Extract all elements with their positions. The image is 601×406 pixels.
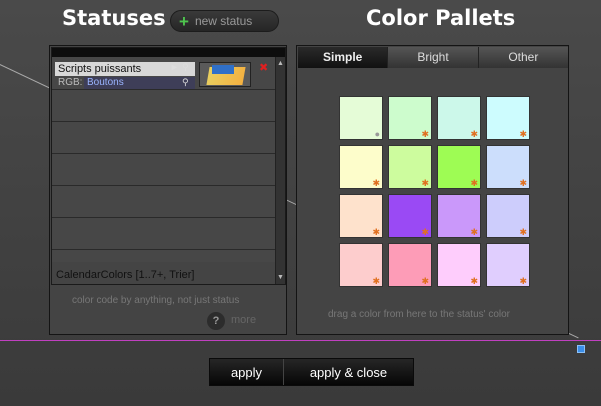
status-row-empty[interactable] — [52, 186, 285, 218]
color-swatch[interactable]: ✱ — [437, 243, 481, 287]
new-status-button[interactable]: + new status — [170, 10, 279, 32]
gear-icon: ✱ — [421, 227, 429, 237]
status-row[interactable]: Scripts puissants ► ⚲ RGB: Boutons ⚲ ✖ — [52, 57, 285, 90]
color-swatch[interactable]: ✱ — [486, 194, 530, 238]
color-swatch[interactable]: ✱ — [437, 96, 481, 140]
color-swatch[interactable]: ● — [339, 96, 383, 140]
color-swatch[interactable]: ✱ — [388, 145, 432, 189]
status-row-empty[interactable] — [52, 154, 285, 186]
gear-icon: ✱ — [519, 227, 527, 237]
search-icon[interactable]: ⚲ — [182, 62, 189, 73]
tab-simple[interactable]: Simple — [298, 47, 389, 68]
gear-icon: ✱ — [519, 178, 527, 188]
action-bar: apply apply & close — [209, 358, 414, 386]
apply-button[interactable]: apply — [210, 359, 284, 385]
gear-icon: ✱ — [470, 276, 478, 286]
new-status-label: new status — [194, 14, 253, 28]
color-swatch-grid: ● ✱ ✱ ✱ ✱ ✱ ✱ ✱ ✱ ✱ ✱ ✱ ✱ ✱ ✱ ✱ — [339, 96, 530, 287]
color-swatch[interactable]: ✱ — [437, 145, 481, 189]
guide-line — [0, 340, 601, 341]
pallets-panel: Simple Bright Other ● ✱ ✱ ✱ ✱ ✱ ✱ ✱ ✱ ✱ ✱ ✱ ✱ ✱ ✱ ✱ dra… — [296, 45, 569, 335]
gear-icon: ✱ — [470, 178, 478, 188]
color-swatch[interactable]: ✱ — [437, 194, 481, 238]
status-row-empty[interactable] — [52, 122, 285, 154]
gear-icon: ✱ — [372, 178, 380, 188]
plus-icon: + — [179, 11, 189, 31]
pallet-hint: drag a color from here to the status' co… — [328, 309, 510, 320]
status-row-empty[interactable] — [52, 218, 285, 250]
statuses-heading: Statuses — [62, 6, 166, 30]
status-row-empty[interactable] — [52, 90, 285, 122]
status-hint: color code by anything, not just status — [72, 295, 240, 306]
pallet-tabs: Simple Bright Other — [298, 47, 568, 68]
scroll-up-icon[interactable]: ▲ — [277, 60, 284, 67]
gear-icon: ✱ — [372, 227, 380, 237]
tab-other[interactable]: Other — [478, 47, 568, 68]
help-icon[interactable]: ? — [207, 312, 225, 330]
color-swatch[interactable]: ✱ — [388, 96, 432, 140]
rgb-label: RGB: — [58, 77, 83, 88]
delete-icon[interactable]: ✖ — [259, 61, 268, 74]
tab-bright[interactable]: Bright — [388, 47, 479, 68]
gear-icon: ✱ — [470, 227, 478, 237]
scroll-down-icon[interactable]: ▼ — [277, 274, 284, 281]
more-link[interactable]: more — [231, 314, 256, 326]
gear-icon: ✱ — [421, 178, 429, 188]
apply-close-button[interactable]: apply & close — [284, 359, 413, 385]
calendar-row[interactable]: CalendarColors [1..7+, Trier] — [52, 262, 275, 284]
dot-icon: ● — [374, 129, 380, 139]
status-scrollbar[interactable]: ▲ ▼ — [275, 57, 285, 284]
status-color-swatch[interactable] — [199, 62, 251, 87]
gear-icon: ✱ — [470, 129, 478, 139]
statuses-panel: Scripts puissants ► ⚲ RGB: Boutons ⚲ ✖ C… — [49, 45, 287, 335]
status-list: Scripts puissants ► ⚲ RGB: Boutons ⚲ ✖ C… — [51, 47, 286, 285]
rgb-search-icon[interactable]: ⚲ — [182, 77, 189, 88]
color-swatch[interactable]: ✱ — [388, 194, 432, 238]
color-swatch[interactable]: ✱ — [339, 194, 383, 238]
folder-paper-icon — [212, 65, 234, 74]
rgb-field[interactable]: Boutons — [84, 77, 195, 89]
gear-icon: ✱ — [372, 276, 380, 286]
color-swatch[interactable]: ✱ — [486, 96, 530, 140]
status-list-header — [52, 48, 285, 57]
gear-icon: ✱ — [519, 129, 527, 139]
color-swatch[interactable]: ✱ — [339, 145, 383, 189]
gear-icon: ✱ — [519, 276, 527, 286]
color-swatch[interactable]: ✱ — [388, 243, 432, 287]
gear-icon: ✱ — [421, 276, 429, 286]
calendar-colors-label: CalendarColors [1..7+, Trier] — [56, 269, 195, 281]
color-swatch[interactable]: ✱ — [486, 145, 530, 189]
color-pallets-heading: Color Pallets — [366, 6, 516, 30]
color-swatch[interactable]: ✱ — [486, 243, 530, 287]
gear-icon: ✱ — [421, 129, 429, 139]
color-swatch[interactable]: ✱ — [339, 243, 383, 287]
edit-arrow-icon[interactable]: ► — [170, 62, 179, 72]
resize-handle[interactable] — [577, 345, 585, 353]
